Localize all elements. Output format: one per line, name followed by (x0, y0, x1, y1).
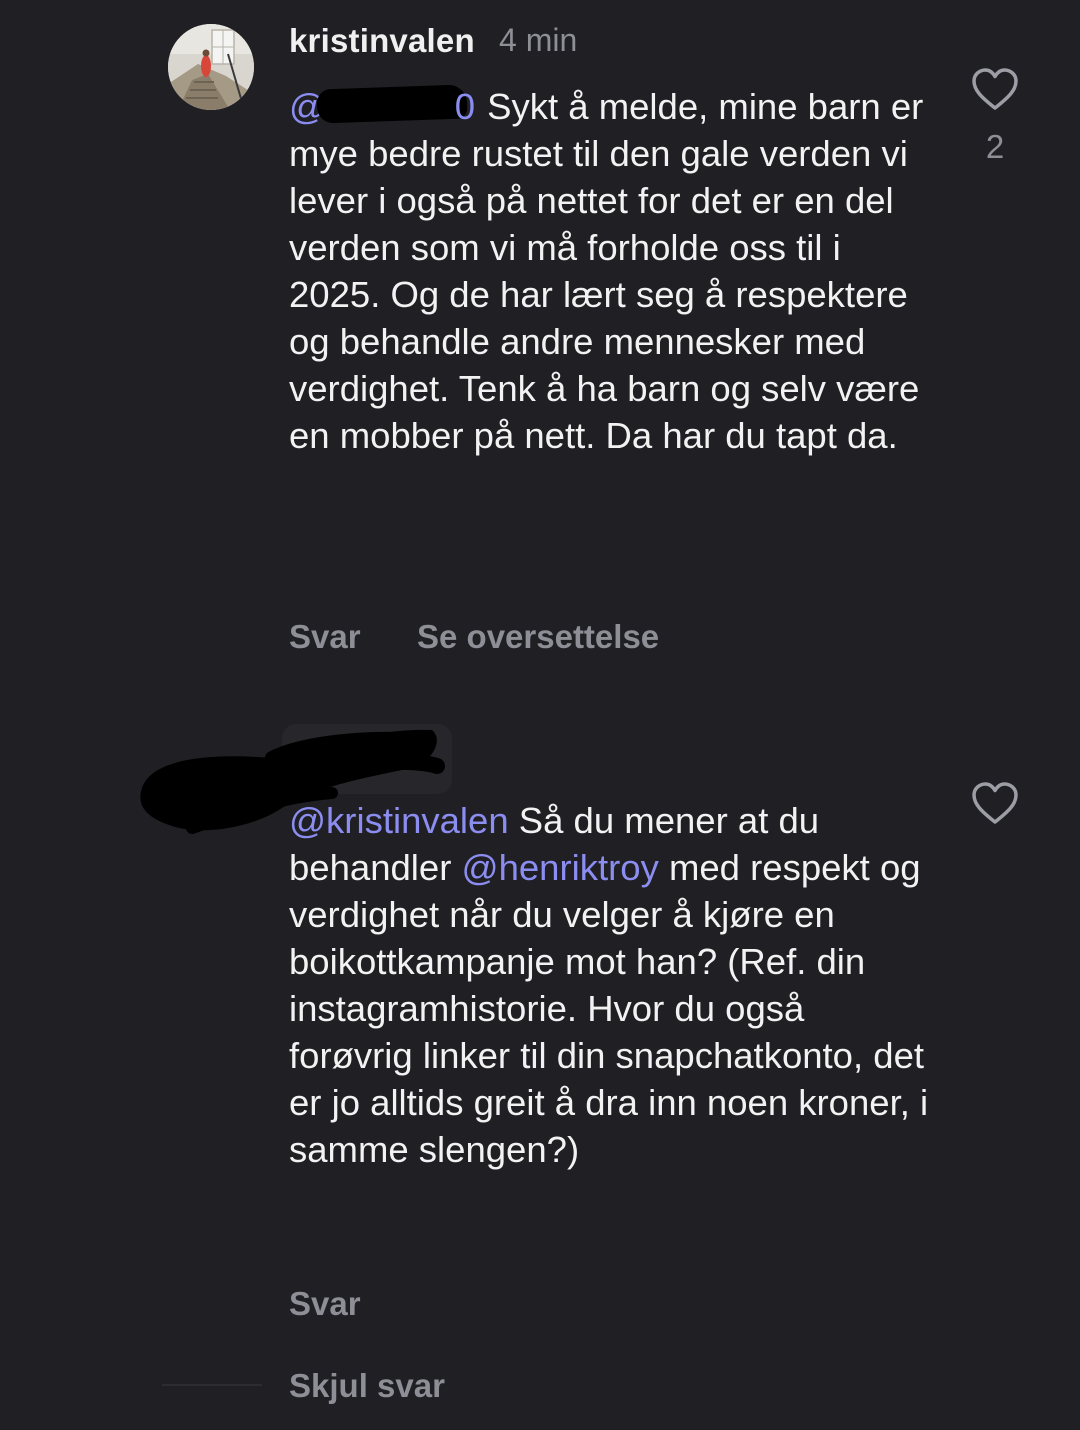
redaction-mark (316, 84, 468, 124)
comment-body: @kristinvalen Så du mener at du behandle… (289, 797, 929, 1173)
see-translation-button[interactable]: Se oversettelse (417, 618, 659, 656)
comment-username[interactable]: kristinvalen (289, 22, 475, 60)
like-count: 2 (985, 128, 1005, 165)
comment-text: med respekt og verdighet når du velger å… (289, 847, 929, 1170)
like-button[interactable] (971, 782, 1019, 826)
hide-replies-button[interactable]: Skjul svar (289, 1367, 445, 1405)
heart-outline-icon (972, 68, 1018, 110)
avatar[interactable] (168, 24, 254, 110)
mention-link-redacted[interactable]: @0 (289, 84, 477, 127)
like-button[interactable] (971, 68, 1019, 112)
mention-link[interactable]: @kristinvalen (289, 800, 509, 841)
heart-outline-icon (972, 782, 1018, 824)
reply-button[interactable]: Svar (289, 618, 361, 656)
avatar-photo (168, 24, 254, 110)
comment-timestamp: 4 min (499, 22, 578, 58)
reply-button[interactable]: Svar (289, 1285, 361, 1323)
comment-text: Sykt å melde, mine barn er mye bedre rus… (289, 86, 924, 456)
comment-body: @0 Sykt å melde, mine barn er mye bedre … (289, 83, 929, 459)
thread-divider (162, 1384, 262, 1386)
mention-link[interactable]: @henriktroy (462, 847, 659, 888)
